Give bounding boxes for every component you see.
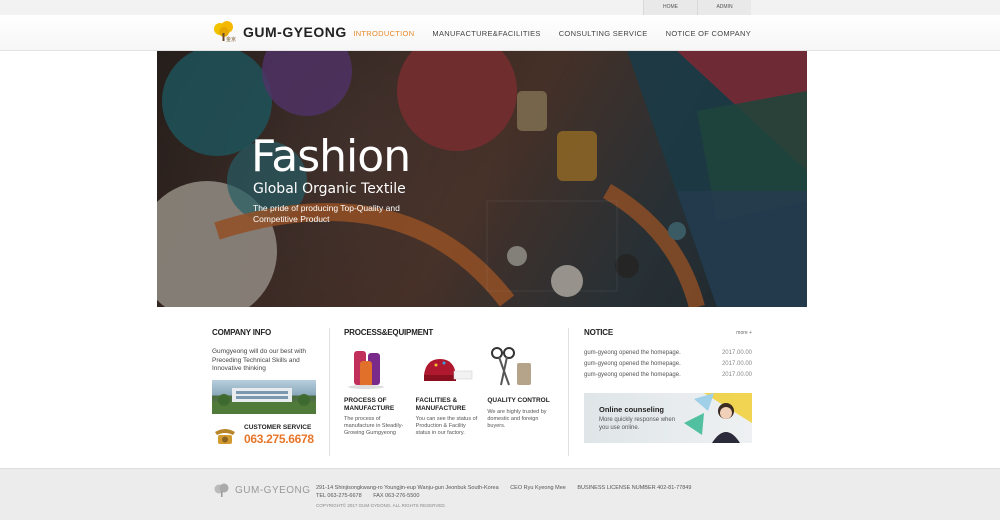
footer-contact-line: TEL 063-275-6678 FAX 063-276-5500 xyxy=(316,493,429,499)
customer-service-number: 063.275.6678 xyxy=(244,431,314,446)
online-counseling-banner[interactable]: Online counseling More quickly response … xyxy=(584,393,752,443)
process-items: PROCESS OF MANUFACTURE The process of ma… xyxy=(344,345,559,437)
notice-row-date: 2017.00.00 xyxy=(721,372,752,378)
notice-section: NOTICE more + gum-gyeong opened the home… xyxy=(584,328,752,443)
notice-row-text: gum-gyeong opened the homepage. xyxy=(584,372,681,378)
notice-row-text: gum-gyeong opened the homepage. xyxy=(584,361,681,367)
footer-fax: FAX 063-276-5500 xyxy=(373,493,420,499)
section-divider xyxy=(568,328,569,456)
process-item[interactable]: FACILITIES & MANUFACTURE You can see the… xyxy=(416,345,488,437)
footer: GUM-GYEONG 291-14 Shinjisongkwang-ro You… xyxy=(0,468,1000,520)
utility-bar: HOME ADMIN xyxy=(0,0,1000,15)
factory-photo[interactable] xyxy=(212,379,316,414)
nav-notice[interactable]: NOTICE OF COMPANY xyxy=(666,29,751,38)
scissors-icon xyxy=(487,345,547,389)
notice-title: NOTICE xyxy=(584,328,614,337)
hero-banner: Fashion Global Organic Textile The pride… xyxy=(157,51,807,307)
customer-service-text: CUSTOMER SERVICE 063.275.6678 xyxy=(244,424,314,446)
company-info-description: Gumgyeong will do our best with Precedin… xyxy=(212,348,306,372)
company-info-section: COMPANY INFO Gumgyeong will do our best … xyxy=(212,328,322,446)
more-link[interactable]: more + xyxy=(736,330,752,336)
hero-title: Fashion xyxy=(251,131,411,182)
nav-introduction[interactable]: INTRODUCTION xyxy=(353,29,414,38)
footer-address: 291-14 Shinjisongkwang-ro Youngjin-eup W… xyxy=(316,485,499,491)
footer-logo-icon xyxy=(214,483,229,497)
home-link[interactable]: HOME xyxy=(643,0,697,15)
process-item-desc: We are highly trusted by domestic and fo… xyxy=(487,408,547,429)
phone-icon xyxy=(212,426,238,446)
process-item-name: PROCESS OF MANUFACTURE xyxy=(344,397,395,412)
company-info-title: COMPANY INFO xyxy=(212,328,272,337)
nav-manufacture[interactable]: MANUFACTURE&FACILITIES xyxy=(432,29,540,38)
customer-service: CUSTOMER SERVICE 063.275.6678 xyxy=(212,424,322,446)
footer-ceo: CEO Ryu Kyeong Mee xyxy=(510,485,566,491)
footer-logo: GUM-GYEONG xyxy=(213,483,311,497)
section-divider xyxy=(329,328,330,456)
process-item-desc: The process of manufacture in Steadily-G… xyxy=(344,416,404,436)
counseling-title: Online counseling xyxy=(599,405,665,414)
logo-text: GUM-GYEONG xyxy=(243,24,347,40)
tree-logo-icon: 金京 xyxy=(212,21,238,43)
process-item-desc: You can see the status of Production & F… xyxy=(415,416,478,436)
process-title: PROCESS&EQUIPMENT xyxy=(344,328,434,337)
notice-row-text: gum-gyeong opened the homepage. xyxy=(584,350,681,356)
hero-subtitle: Global Organic Textile xyxy=(253,181,406,197)
notice-row[interactable]: gum-gyeong opened the homepage. 2017.00.… xyxy=(584,348,752,359)
footer-copyright: COPYRIGHT© 2017 GUM-GYEONG. ALL RIGHTS R… xyxy=(316,503,446,508)
nav-consulting[interactable]: CONSULTING SERVICE xyxy=(559,29,648,38)
logo[interactable]: 金京 GUM-GYEONG xyxy=(212,21,347,43)
notice-row-date: 2017.00.00 xyxy=(721,361,752,367)
notice-row[interactable]: gum-gyeong opened the homepage. 2017.00.… xyxy=(584,359,752,370)
notice-row[interactable]: gum-gyeong opened the homepage. 2017.00.… xyxy=(584,370,752,381)
footer-logo-text: GUM-GYEONG xyxy=(235,484,311,496)
page: HOME ADMIN 金京 GUM-GYEONG INTRODUCTION MA… xyxy=(0,0,1000,520)
admin-link[interactable]: ADMIN xyxy=(697,0,751,15)
logo-caption: 金京 xyxy=(226,37,237,43)
sewing-kit-icon xyxy=(416,345,476,389)
process-item[interactable]: QUALITY CONTROL We are highly trusted by… xyxy=(487,345,559,437)
utility-links: HOME ADMIN xyxy=(643,0,751,15)
notice-list: gum-gyeong opened the homepage. 2017.00.… xyxy=(584,348,752,381)
customer-service-label: CUSTOMER SERVICE xyxy=(244,423,312,431)
footer-address-line: 291-14 Shinjisongkwang-ro Youngjin-eup W… xyxy=(316,485,701,491)
process-item-name: QUALITY CONTROL xyxy=(487,397,550,404)
hero-description: The pride of producing Top-Quality and C… xyxy=(253,203,400,224)
notice-row-date: 2017.00.00 xyxy=(721,350,752,356)
process-section: PROCESS&EQUIPMENT PROCESS OF MANUFACTURE… xyxy=(344,328,559,437)
main-nav: INTRODUCTION MANUFACTURE&FACILITIES CONS… xyxy=(335,15,751,51)
process-item-name: FACILITIES & MANUFACTURE xyxy=(415,397,466,412)
footer-license: BUSINESS LICENSE NUMBER 402-81-77849 xyxy=(577,485,692,491)
counseling-description: More quickly response when you use onlin… xyxy=(599,417,676,431)
header: 金京 GUM-GYEONG INTRODUCTION MANUFACTURE&F… xyxy=(0,15,1000,51)
footer-tel: TEL 063-275-6678 xyxy=(316,493,362,499)
process-item[interactable]: PROCESS OF MANUFACTURE The process of ma… xyxy=(344,345,416,437)
thread-spool-icon xyxy=(344,345,404,389)
